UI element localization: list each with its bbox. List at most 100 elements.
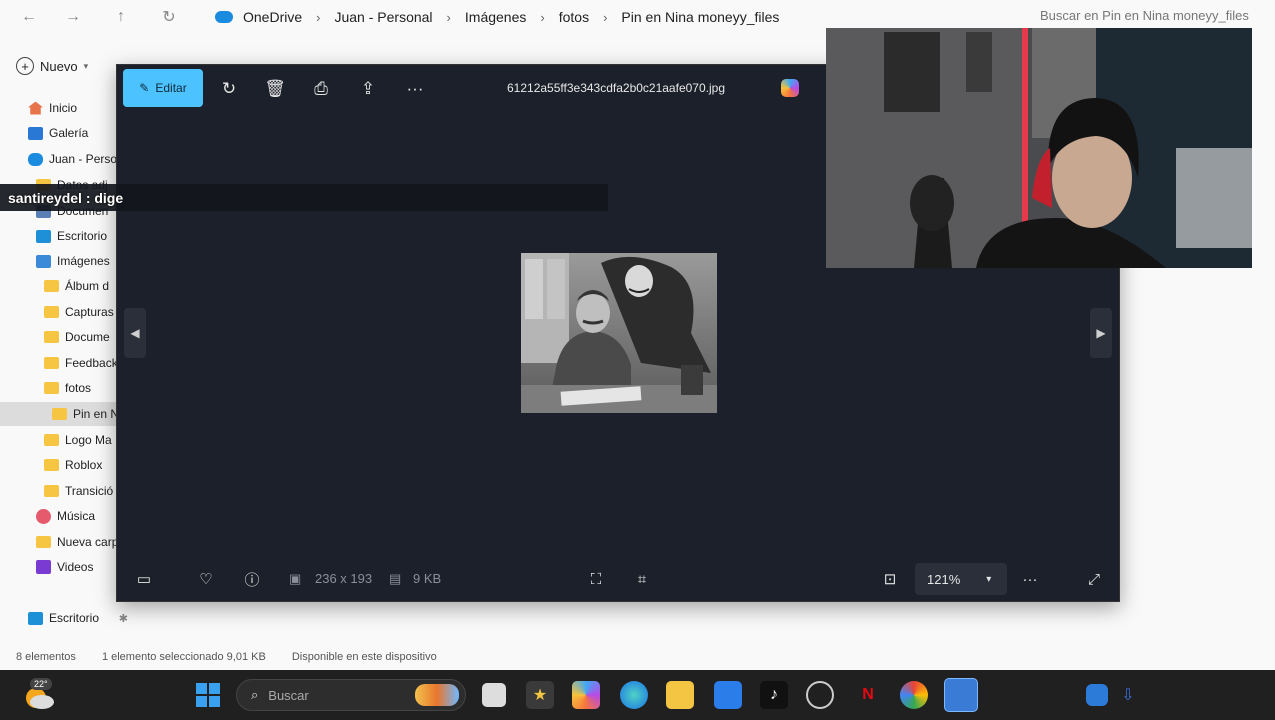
delete-button[interactable]: 🗑 [261,75,289,103]
folder-icon [36,536,51,548]
selection-info: 1 elemento seleccionado 9,01 KB [101,651,266,663]
visual-search-icon: ⌗ [637,570,647,588]
explorer-search-input[interactable]: Buscar en Pin en Nina moneyy_files [1030,5,1275,29]
back-button[interactable]: ← [12,2,46,32]
breadcrumb: OneDrive › Juan - Personal › Imágenes › … [215,5,1015,29]
sidebar-item-label: Escritorio [57,229,108,243]
file-size: 9 KB [413,571,442,586]
folder-icon [44,331,59,343]
up-button[interactable]: ↑ [104,2,138,32]
tray-app-icon[interactable]: ⇩ [1118,684,1138,706]
breadcrumb-imagenes[interactable]: Imágenes [457,9,534,25]
favorites-app-icon[interactable]: ★ [526,681,554,709]
chevron-down-icon: ▾ [986,573,992,585]
fullscreen-button[interactable]: ⤢ [1081,567,1107,591]
taskbar: 22° ⌕ Buscar ★ ♪ N ⇩ [0,670,1275,720]
sidebar-item-label: Feedback [65,356,118,370]
print-button[interactable]: ⎙ [307,75,335,103]
visual-search-button[interactable]: ⌗ [629,567,655,591]
breadcrumb-personal[interactable]: Juan - Personal [326,9,440,25]
share-button[interactable]: ⇪ [354,75,382,103]
sidebar-item-label: Transició [65,484,114,498]
more-button[interactable]: ··· [401,75,429,103]
webcam-overlay [826,28,1252,268]
breadcrumb-onedrive[interactable]: OneDrive [243,9,310,25]
folder-icon [52,408,67,420]
more-icon: ··· [406,79,424,98]
print-icon: ⎙ [314,79,328,98]
pictures-icon [36,254,51,268]
more-options-button[interactable]: ··· [1017,567,1043,591]
obs-icon[interactable] [806,681,834,709]
displayed-photo [521,253,717,413]
sidebar-item-label: Videos [57,560,94,574]
info-button[interactable]: ⓘ [239,567,265,591]
desktop-icon [36,229,51,243]
new-button[interactable]: + Nuevo ▾ [16,57,88,75]
edit-icon: ✎ [139,81,150,95]
filmstrip-icon: ▭ [136,571,152,588]
folder-icon [44,434,59,446]
sidebar-item-label: fotos [65,381,92,395]
chevron-right-icon: › [603,9,608,25]
chevron-down-icon: ▾ [83,60,89,71]
file-explorer-icon[interactable] [666,681,694,709]
next-image-button[interactable]: ▶ [1090,308,1112,358]
sidebar-item-label: Pin en N [73,407,120,421]
breadcrumb-fotos[interactable]: fotos [551,9,597,25]
share-icon: ⇪ [360,79,376,98]
task-view-icon[interactable] [482,683,506,707]
pin-icon: ✱ [118,612,128,625]
filmstrip-button[interactable]: ▭ [131,567,157,591]
info-icon: ⓘ [244,571,260,589]
sidebar-item-label: Logo Ma [65,433,112,447]
explorer-statusbar: 8 elementos 1 elemento seleccionado 9,01… [0,646,1275,668]
search-highlight-icon [415,684,459,706]
copilot-icon[interactable] [781,79,799,97]
breadcrumb-current[interactable]: Pin en Nina moneyy_files [613,9,787,25]
previous-image-button[interactable]: ◀ [124,308,146,358]
refresh-button[interactable]: ↻ [152,2,186,32]
edit-button-label: Editar [155,81,187,95]
availability-status: Disponible en este dispositivo [291,651,437,663]
fit-to-window-button[interactable]: ⊡ [877,567,903,591]
netflix-icon[interactable]: N [854,681,882,709]
sidebar-item-label: Álbum d [65,279,110,293]
copilot-app-icon[interactable] [572,681,600,709]
webcam-image [826,28,1252,268]
chevron-left-icon: ◀ [130,326,140,340]
color-app-icon[interactable] [900,681,928,709]
onedrive-icon [215,11,233,23]
zoom-dropdown[interactable]: 121% ▾ [915,563,1007,595]
sidebar-item-label: Capturas [65,305,114,319]
sidebar-item-label: Música [57,509,96,523]
favorite-button[interactable]: ♡ [193,567,219,591]
crop-button[interactable]: ⛶ [583,567,609,591]
sidebar-item-label: Roblox [65,458,103,472]
folder-icon [44,485,59,497]
rotate-button[interactable]: ↻ [215,75,243,103]
edge-browser-icon[interactable] [620,681,648,709]
taskbar-search[interactable]: ⌕ Buscar [236,679,466,711]
store-icon[interactable] [714,681,742,709]
photos-app-icon[interactable] [944,678,978,712]
sidebar-item-label: Nueva carp [57,535,119,549]
edit-button[interactable]: ✎ Editar [123,69,203,107]
more-icon: ··· [1022,570,1038,588]
folder-icon [44,459,59,471]
folder-icon [44,382,59,394]
onedrive-icon [28,152,43,166]
home-icon [28,101,43,115]
onedrive-tray-icon[interactable] [1086,684,1108,706]
forward-button[interactable]: → [56,2,90,32]
gallery-icon [28,126,43,140]
chat-message: santireydel : dige [8,190,124,206]
expand-icon: ⤢ [1087,570,1100,588]
folder-icon [44,306,59,318]
chevron-right-icon: › [540,9,545,25]
tiktok-icon[interactable]: ♪ [760,681,788,709]
start-button[interactable] [194,681,222,709]
sidebar-item-escritorio-pinned[interactable]: Escritorio ✱ [0,606,150,630]
item-count: 8 elementos [16,651,76,663]
sidebar-item-label: Imágenes [57,254,110,268]
